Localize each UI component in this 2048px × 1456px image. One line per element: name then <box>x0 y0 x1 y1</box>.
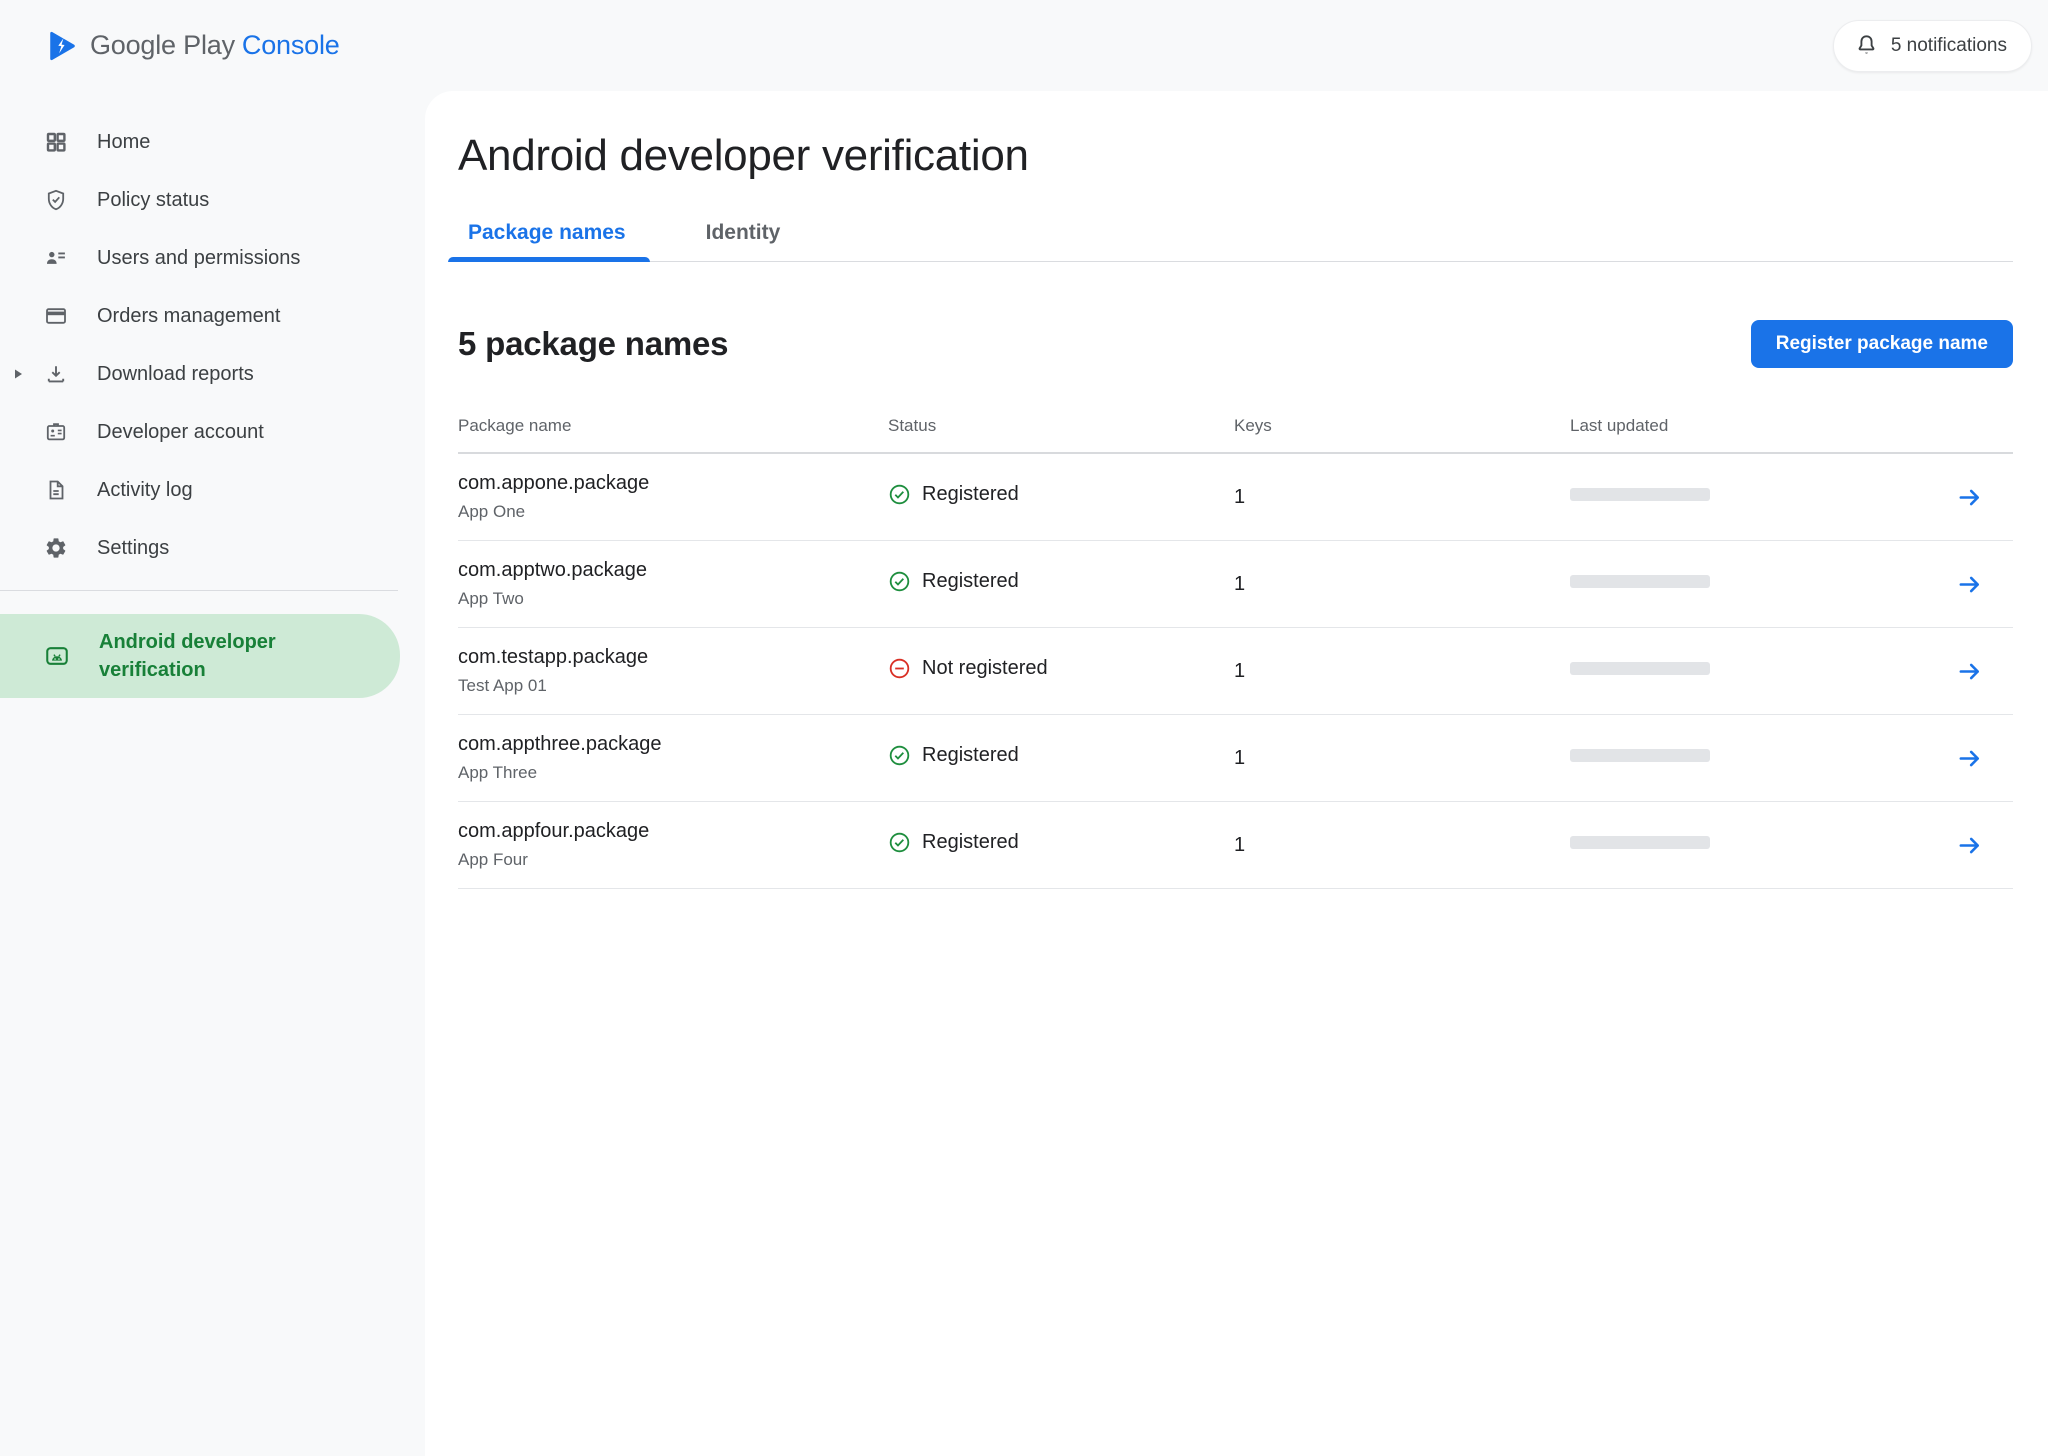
sidebar-item-label: Users and permissions <box>97 247 300 270</box>
sidebar-item-label: Policy status <box>97 189 209 212</box>
sidebar-item-settings[interactable]: Settings <box>0 519 425 577</box>
grid-icon <box>44 130 68 154</box>
sidebar-item-users-and-permissions[interactable]: Users and permissions <box>0 229 425 287</box>
main-content: Android developer verification Package n… <box>425 91 2048 1456</box>
sidebar-item-download-reports[interactable]: Download reports <box>0 345 425 403</box>
table-row: com.testapp.package Test App 01 Not r <box>458 628 2013 715</box>
last-updated-placeholder <box>1570 575 1710 588</box>
package-table: Package name Status Keys Last updated co… <box>458 410 2013 889</box>
expand-arrow-icon[interactable] <box>12 368 24 380</box>
table-body: com.appone.package App One Registered <box>458 454 2013 889</box>
status-text: Registered <box>922 831 1019 854</box>
open-package-arrow-button[interactable] <box>1952 654 1987 689</box>
last-updated-placeholder <box>1570 662 1710 675</box>
last-updated-placeholder <box>1570 749 1710 762</box>
sidebar-item-home[interactable]: Home <box>0 113 425 171</box>
section-header: 5 package names Register package name <box>458 320 2013 368</box>
last-updated-placeholder <box>1570 836 1710 849</box>
android-icon <box>44 643 70 669</box>
open-package-arrow-button[interactable] <box>1952 480 1987 515</box>
not-registered-block-icon <box>888 657 911 680</box>
sidebar-item-label: Android developer verification <box>99 628 339 684</box>
logo-text: Google PlayConsole <box>90 30 340 61</box>
sidebar-item-label: Home <box>97 131 150 154</box>
shield-check-icon <box>44 188 68 212</box>
package-name: com.apptwo.package <box>458 559 888 582</box>
package-name: com.testapp.package <box>458 646 888 669</box>
status-text: Registered <box>922 483 1019 506</box>
column-header-keys: Keys <box>1234 410 1570 436</box>
column-header-status: Status <box>888 410 1234 436</box>
package-name: com.appfour.package <box>458 820 888 843</box>
sidebar-item-developer-account[interactable]: Developer account <box>0 403 425 461</box>
sidebar-item-label: Download reports <box>97 363 254 386</box>
sidebar-item-activity-log[interactable]: Activity log <box>0 461 425 519</box>
registered-check-icon <box>888 570 911 593</box>
sidebar-item-label: Orders management <box>97 305 280 328</box>
sidebar-item-orders-management[interactable]: Orders management <box>0 287 425 345</box>
sidebar-item-label: Activity log <box>97 479 193 502</box>
status-text: Registered <box>922 744 1019 767</box>
package-name: com.appone.package <box>458 472 888 495</box>
page-title: Android developer verification <box>458 131 2013 181</box>
status-badge: Registered <box>888 744 1019 767</box>
google-play-console-logo[interactable]: Google PlayConsole <box>44 29 340 63</box>
registered-check-icon <box>888 744 911 767</box>
registered-check-icon <box>888 831 911 854</box>
table-row: com.appfour.package App Four Register <box>458 802 2013 889</box>
app-name: App One <box>458 502 888 522</box>
last-updated-placeholder <box>1570 488 1710 501</box>
keys-count: 1 <box>1234 747 1570 770</box>
open-package-arrow-button[interactable] <box>1952 567 1987 602</box>
credit-card-icon <box>44 304 68 328</box>
keys-count: 1 <box>1234 573 1570 596</box>
download-icon <box>44 362 68 386</box>
package-name: com.appthree.package <box>458 733 888 756</box>
keys-count: 1 <box>1234 834 1570 857</box>
column-header-last-updated: Last updated <box>1570 410 1870 436</box>
gear-icon <box>44 536 68 560</box>
app-name: App Two <box>458 589 888 609</box>
keys-count: 1 <box>1234 660 1570 683</box>
document-icon <box>44 478 68 502</box>
status-text: Not registered <box>922 657 1048 680</box>
tab-package-names[interactable]: Package names <box>458 221 640 261</box>
table-row: com.appthree.package App Three Regist <box>458 715 2013 802</box>
notifications-label: 5 notifications <box>1891 35 2007 57</box>
status-badge: Registered <box>888 570 1019 593</box>
top-bar: Google PlayConsole 5 notifications <box>0 0 2048 91</box>
sidebar-item-policy-status[interactable]: Policy status <box>0 171 425 229</box>
keys-count: 1 <box>1234 486 1570 509</box>
open-package-arrow-button[interactable] <box>1952 828 1987 863</box>
open-package-arrow-button[interactable] <box>1952 741 1987 776</box>
column-header-package-name: Package name <box>458 410 888 436</box>
status-badge: Not registered <box>888 657 1048 680</box>
sidebar: Home Policy status Users and permissions <box>0 91 425 1456</box>
sidebar-divider <box>0 590 398 591</box>
status-badge: Registered <box>888 831 1019 854</box>
table-row: com.appone.package App One Registered <box>458 454 2013 541</box>
sidebar-item-android-developer-verification[interactable]: Android developer verification <box>0 614 400 698</box>
status-text: Registered <box>922 570 1019 593</box>
table-header-row: Package name Status Keys Last updated <box>458 410 2013 454</box>
register-package-name-button[interactable]: Register package name <box>1751 320 2013 368</box>
table-row: com.apptwo.package App Two Registered <box>458 541 2013 628</box>
app-name: App Four <box>458 850 888 870</box>
sidebar-item-label: Settings <box>97 537 169 560</box>
column-header-actions <box>1870 410 2013 416</box>
app-name: App Three <box>458 763 888 783</box>
package-count-heading: 5 package names <box>458 325 728 363</box>
sidebar-item-label: Developer account <box>97 421 264 444</box>
notifications-button[interactable]: 5 notifications <box>1833 20 2032 72</box>
registered-check-icon <box>888 483 911 506</box>
play-logo-icon <box>44 29 78 63</box>
badge-icon <box>44 420 68 444</box>
tab-bar: Package names Identity <box>458 221 2013 262</box>
users-icon <box>44 246 68 270</box>
status-badge: Registered <box>888 483 1019 506</box>
app-name: Test App 01 <box>458 676 888 696</box>
bell-icon <box>1854 33 1879 58</box>
tab-identity[interactable]: Identity <box>696 221 795 261</box>
